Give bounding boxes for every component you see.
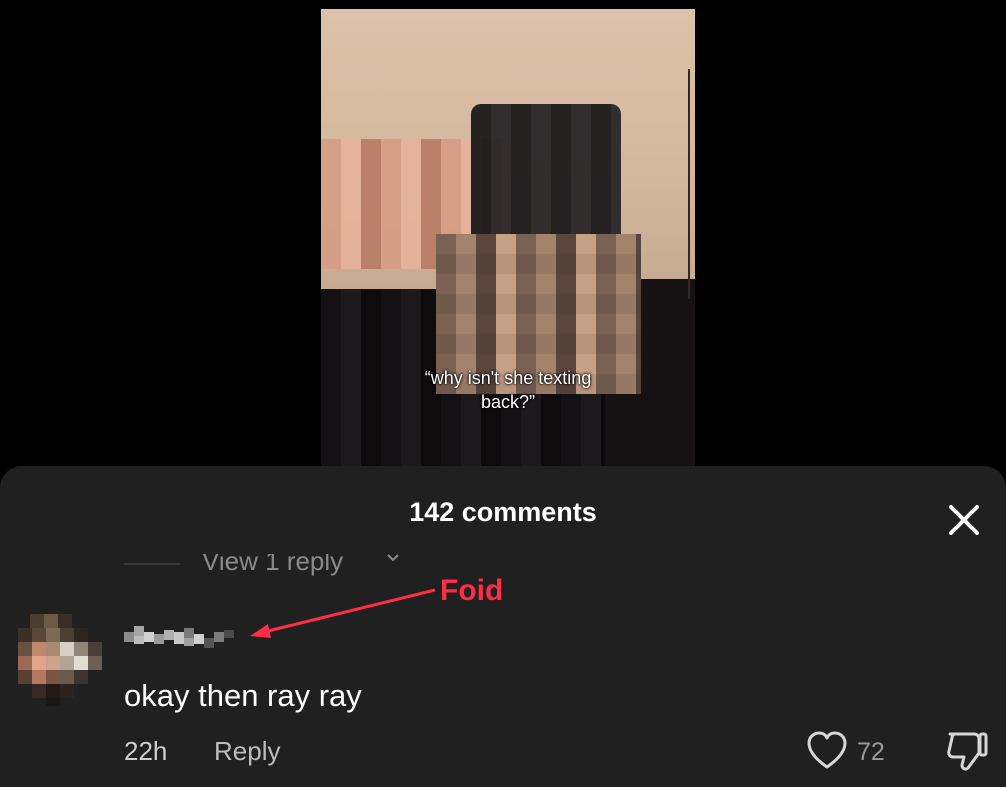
pixelated-username xyxy=(124,626,234,648)
view-replies-label: View 1 reply xyxy=(202,554,344,576)
tiktok-screen: “why isn't she texting back?” 142 commen… xyxy=(0,0,1006,787)
thumbs-down-icon xyxy=(947,732,988,771)
pixelated-avatar xyxy=(18,614,102,706)
reply-divider xyxy=(124,563,180,565)
video-frame[interactable]: “why isn't she texting back?” xyxy=(321,9,695,479)
comment-text: okay then ray ray xyxy=(124,678,362,713)
video-caption-line-1: “why isn't she texting xyxy=(424,368,592,388)
avatar[interactable] xyxy=(18,614,102,706)
dislike-button[interactable] xyxy=(944,730,990,772)
video-caption: “why isn't she texting back?” xyxy=(321,366,695,414)
close-button[interactable] xyxy=(943,499,985,541)
video-caption-line-2: back?” xyxy=(480,392,536,412)
comment-timestamp: 22h xyxy=(124,736,168,766)
door-edge xyxy=(688,69,690,299)
reply-button[interactable]: Reply xyxy=(214,736,280,767)
comments-count-title: 142 comments xyxy=(409,497,597,527)
heart-icon xyxy=(807,731,847,769)
annotation-arrow xyxy=(250,588,436,638)
chevron-down-icon xyxy=(387,554,399,562)
close-icon xyxy=(949,505,979,535)
view-replies-link[interactable]: View 1 reply xyxy=(124,554,424,580)
annotation-label: Foid xyxy=(440,574,504,607)
like-count: 72 xyxy=(857,738,885,766)
comments-sheet: 142 comments View 1 reply okay then ray … xyxy=(0,466,1006,787)
username-pixelated[interactable] xyxy=(124,626,236,648)
pixelated-hair xyxy=(471,104,621,244)
like-button[interactable] xyxy=(806,731,848,771)
